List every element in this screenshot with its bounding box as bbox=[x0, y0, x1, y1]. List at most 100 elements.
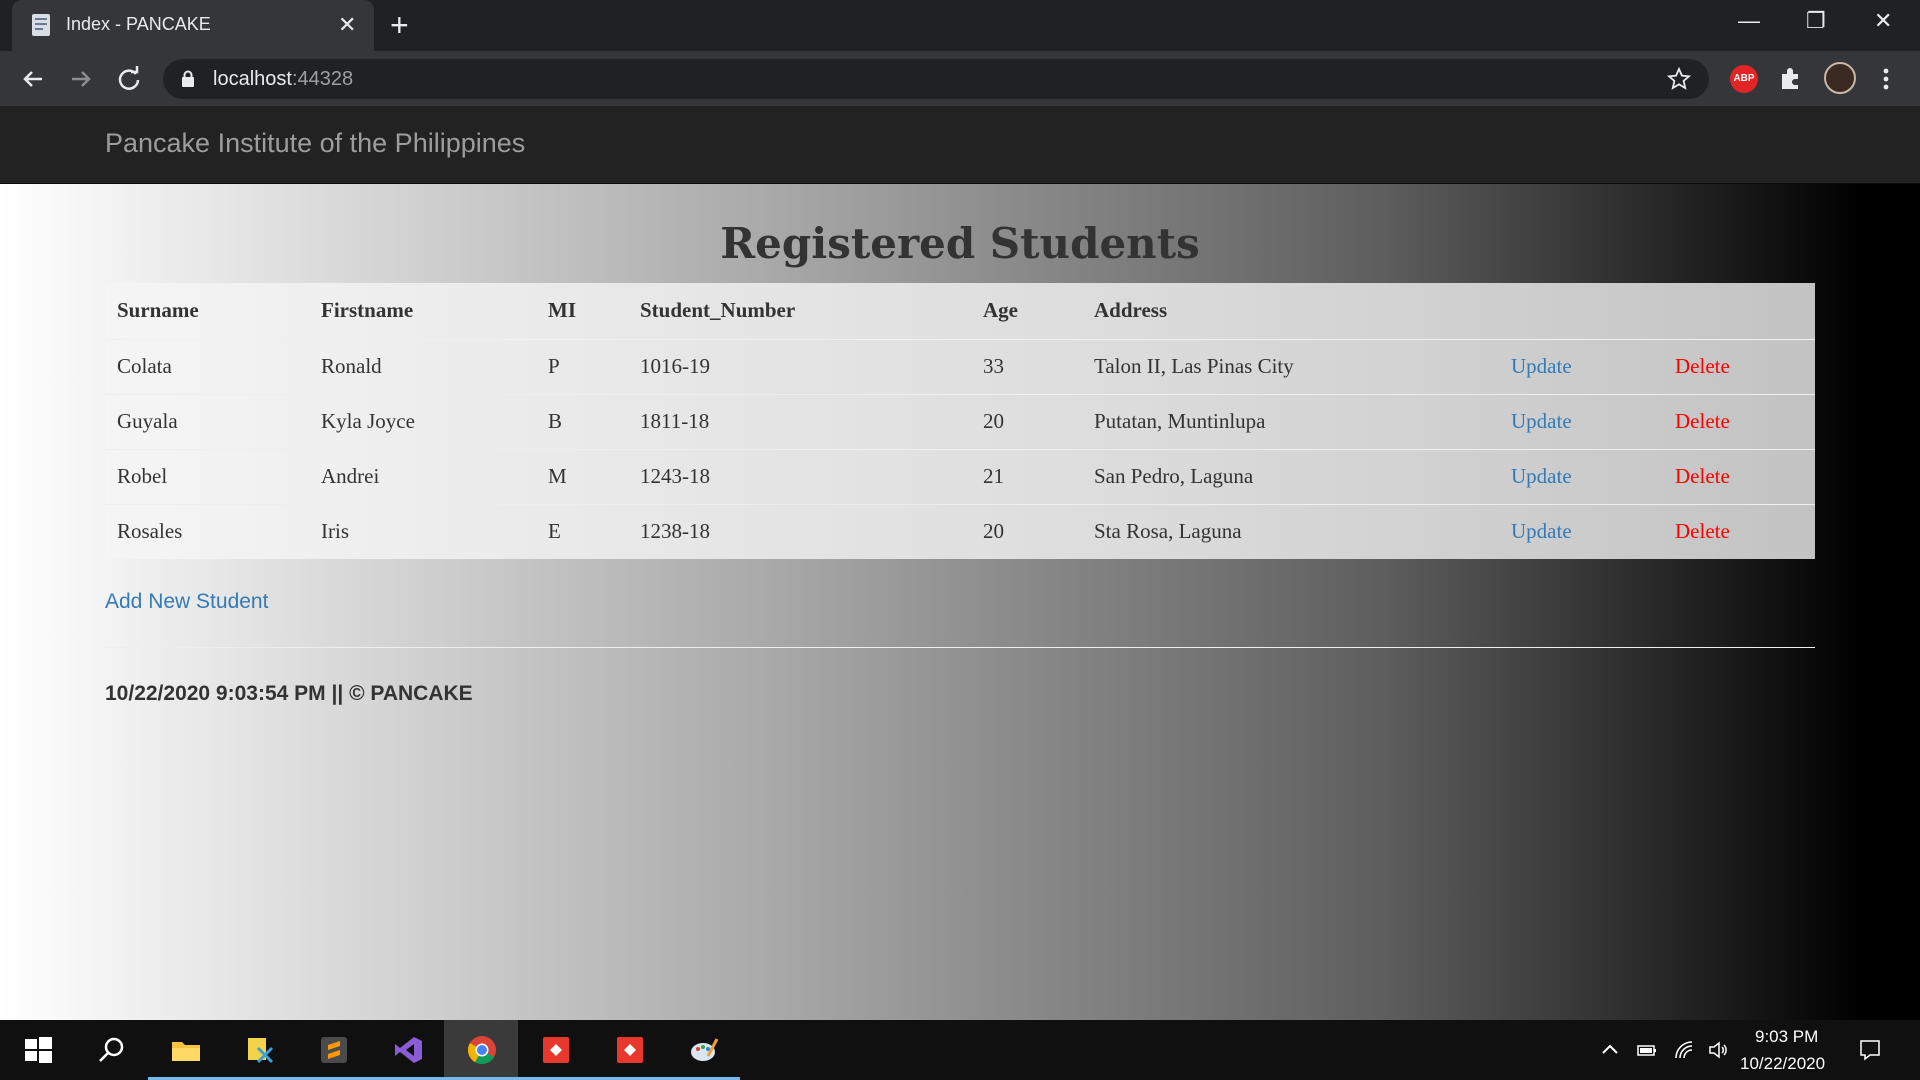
cell-student-number: 1016-19 bbox=[628, 338, 971, 394]
cell-mi: P bbox=[536, 338, 628, 394]
add-new-student-link[interactable]: Add New Student bbox=[105, 590, 268, 614]
git-client-icon bbox=[617, 1037, 643, 1063]
delete-cell: Delete bbox=[1663, 448, 1815, 504]
bookmark-star-icon[interactable] bbox=[1667, 67, 1691, 91]
update-link[interactable]: Update bbox=[1511, 354, 1572, 378]
cell-mi: B bbox=[536, 393, 628, 449]
windows-taskbar: 9:03 PM 10/22/2020 bbox=[0, 1020, 1920, 1080]
back-arrow-icon[interactable] bbox=[18, 64, 48, 94]
cell-mi: M bbox=[536, 448, 628, 504]
taskbar-clock-date[interactable]: 10/22/2020 bbox=[1740, 1054, 1825, 1074]
cell-student-number: 1243-18 bbox=[628, 448, 971, 504]
profile-avatar-icon[interactable] bbox=[1824, 62, 1856, 94]
cell-age: 21 bbox=[971, 448, 1082, 504]
cell-age: 20 bbox=[971, 503, 1082, 559]
cell-surname: Robel bbox=[105, 448, 309, 504]
delete-cell: Delete bbox=[1663, 338, 1815, 394]
visual-studio-icon bbox=[395, 1037, 422, 1063]
taskbar-search-button[interactable] bbox=[74, 1020, 148, 1080]
restore-button[interactable]: ❐ bbox=[1806, 8, 1826, 34]
tab-close-icon[interactable]: ✕ bbox=[338, 12, 356, 38]
update-link[interactable]: Update bbox=[1511, 519, 1572, 543]
taskbar-app-git-client-2[interactable] bbox=[592, 1020, 666, 1080]
notifications-icon[interactable] bbox=[1858, 1038, 1882, 1062]
tab-title: Index - PANCAKE bbox=[66, 14, 211, 34]
delete-link[interactable]: Delete bbox=[1675, 354, 1730, 378]
database-tool-icon bbox=[248, 1038, 274, 1064]
footer-text: 10/22/2020 9:03:54 PM || © PANCAKE bbox=[105, 682, 473, 705]
chevron-up-icon[interactable] bbox=[1598, 1038, 1622, 1062]
table-row: Rosales Iris E 1238-18 20 Sta Rosa, Lagu… bbox=[105, 503, 1815, 559]
close-window-button[interactable]: ✕ bbox=[1874, 8, 1892, 34]
taskbar-app-chrome[interactable] bbox=[444, 1020, 518, 1080]
more-vertical-icon[interactable] bbox=[1876, 66, 1896, 92]
update-cell: Update bbox=[1499, 338, 1663, 394]
delete-link[interactable]: Delete bbox=[1675, 409, 1730, 433]
lock-icon[interactable] bbox=[181, 70, 195, 88]
cell-address: Sta Rosa, Laguna bbox=[1082, 503, 1499, 559]
reload-icon[interactable] bbox=[114, 64, 144, 94]
delete-link[interactable]: Delete bbox=[1675, 519, 1730, 543]
battery-icon[interactable] bbox=[1635, 1038, 1659, 1062]
column-header-age: Age bbox=[971, 283, 1082, 340]
git-client-icon bbox=[543, 1037, 569, 1063]
browser-titlebar: Index - PANCAKE ✕ + — ❐ ✕ bbox=[0, 0, 1920, 51]
url-host: localhost bbox=[213, 68, 292, 90]
browser-toolbar: localhost:44328 ABP bbox=[0, 51, 1920, 106]
table-row: Colata Ronald P 1016-19 33 Talon II, Las… bbox=[105, 338, 1815, 394]
cell-firstname: Andrei bbox=[309, 448, 536, 504]
site-navbar: Pancake Institute of the Philippines bbox=[0, 106, 1920, 184]
cell-surname: Rosales bbox=[105, 503, 309, 559]
delete-cell: Delete bbox=[1663, 393, 1815, 449]
table-row: Guyala Kyla Joyce B 1811-18 20 Putatan, … bbox=[105, 393, 1815, 449]
delete-link[interactable]: Delete bbox=[1675, 464, 1730, 488]
page-content: Pancake Institute of the Philippines Reg… bbox=[0, 106, 1920, 1020]
wifi-icon[interactable] bbox=[1672, 1038, 1696, 1062]
volume-icon[interactable] bbox=[1707, 1038, 1731, 1062]
update-cell: Update bbox=[1499, 448, 1663, 504]
adblock-icon[interactable]: ABP bbox=[1730, 65, 1758, 93]
extensions-puzzle-icon[interactable] bbox=[1778, 65, 1804, 91]
update-link[interactable]: Update bbox=[1511, 464, 1572, 488]
sublime-text-icon bbox=[321, 1037, 347, 1063]
taskbar-app-visual-studio[interactable] bbox=[370, 1020, 444, 1080]
new-tab-button[interactable]: + bbox=[390, 8, 409, 42]
url-port: :44328 bbox=[291, 68, 354, 90]
minimize-button[interactable]: — bbox=[1738, 8, 1760, 34]
column-header-address: Address bbox=[1082, 283, 1499, 340]
chrome-icon bbox=[468, 1036, 496, 1064]
search-icon bbox=[99, 1037, 124, 1062]
cell-address: San Pedro, Laguna bbox=[1082, 448, 1499, 504]
taskbar-app-git-client-1[interactable] bbox=[518, 1020, 592, 1080]
taskbar-app-file-explorer[interactable] bbox=[148, 1020, 222, 1080]
start-button[interactable] bbox=[0, 1020, 74, 1080]
taskbar-app-sublime-text[interactable] bbox=[296, 1020, 370, 1080]
browser-tab[interactable]: Index - PANCAKE ✕ bbox=[12, 0, 374, 51]
brand-link[interactable]: Pancake Institute of the Philippines bbox=[105, 128, 525, 159]
cell-address: Talon II, Las Pinas City bbox=[1082, 338, 1499, 394]
address-bar[interactable]: localhost:44328 bbox=[163, 59, 1709, 99]
update-link[interactable]: Update bbox=[1511, 409, 1572, 433]
windows-logo-icon bbox=[25, 1037, 52, 1063]
cell-student-number: 1238-18 bbox=[628, 503, 971, 559]
footer-divider bbox=[105, 647, 1815, 648]
cell-surname: Guyala bbox=[105, 393, 309, 449]
paint-palette-icon bbox=[691, 1038, 719, 1061]
table-header-row: Surname Firstname MI Student_Number Age … bbox=[105, 283, 1815, 340]
cell-address: Putatan, Muntinlupa bbox=[1082, 393, 1499, 449]
taskbar-clock-time[interactable]: 9:03 PM bbox=[1755, 1027, 1818, 1047]
cell-age: 20 bbox=[971, 393, 1082, 449]
column-header-update bbox=[1499, 283, 1663, 340]
taskbar-app-paint[interactable] bbox=[666, 1020, 740, 1080]
column-header-firstname: Firstname bbox=[309, 283, 536, 340]
page-title: Registered Students bbox=[720, 219, 1200, 268]
cell-surname: Colata bbox=[105, 338, 309, 394]
column-header-delete bbox=[1663, 283, 1815, 340]
page-icon bbox=[32, 14, 50, 36]
cell-mi: E bbox=[536, 503, 628, 559]
cell-firstname: Iris bbox=[309, 503, 536, 559]
taskbar-app-sql-tool[interactable] bbox=[222, 1020, 296, 1080]
cell-firstname: Ronald bbox=[309, 338, 536, 394]
forward-arrow-icon[interactable] bbox=[66, 64, 96, 94]
column-header-surname: Surname bbox=[105, 283, 309, 340]
